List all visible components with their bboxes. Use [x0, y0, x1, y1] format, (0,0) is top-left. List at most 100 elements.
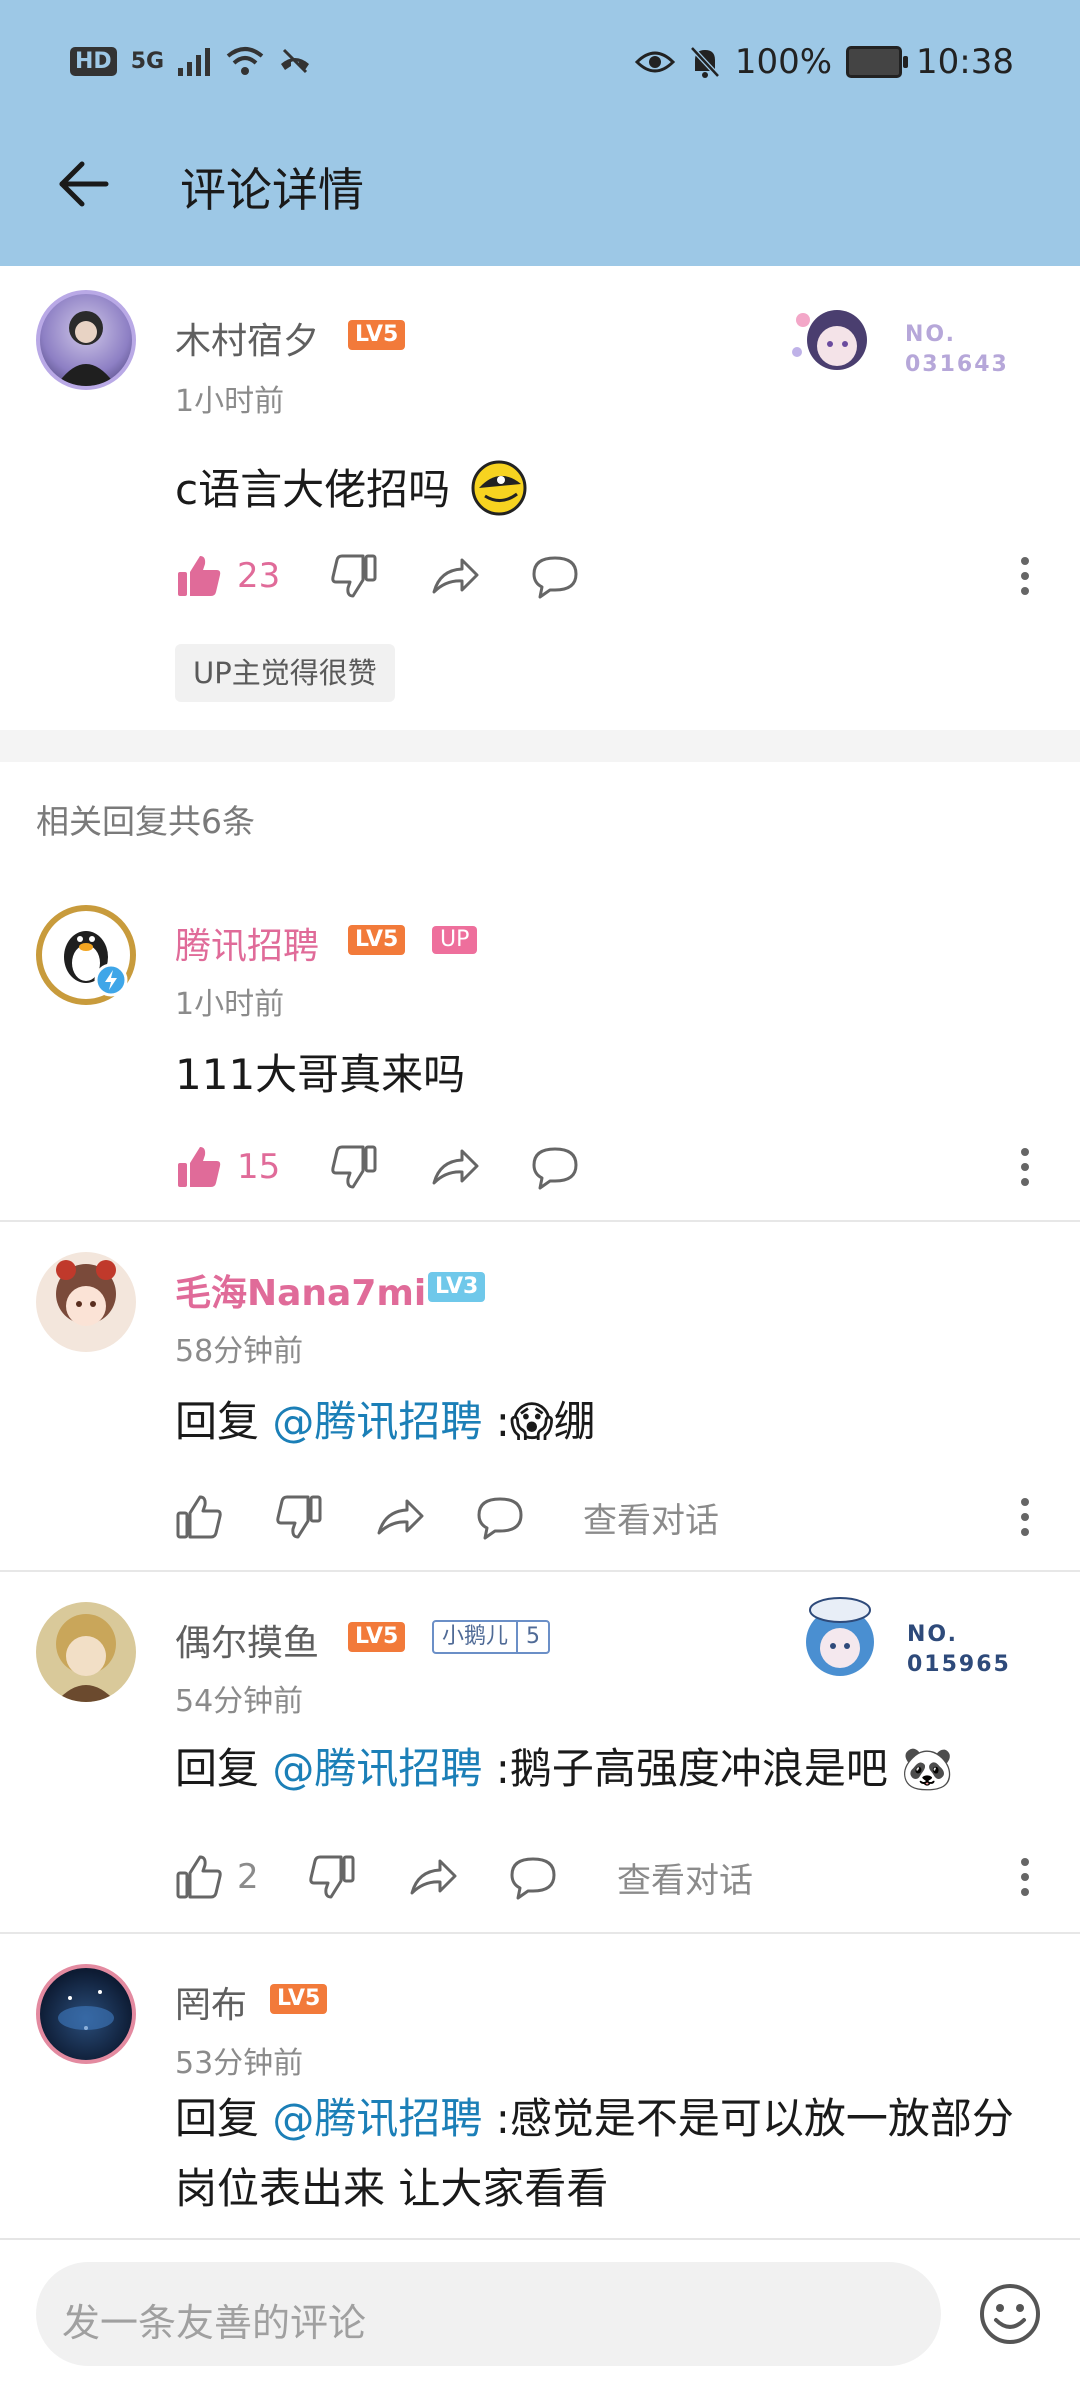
like-button[interactable]: 2: [175, 1847, 259, 1907]
reply-button[interactable]: [530, 546, 580, 606]
hd-indicator: HD: [70, 46, 117, 76]
comment-actions: 2 查看对话: [175, 1847, 1045, 1907]
comment-bubble-icon: [532, 556, 578, 599]
comment-time: 58分钟前: [175, 1334, 304, 1369]
share-icon: [410, 1859, 457, 1895]
dislike-button[interactable]: [330, 546, 378, 606]
thumbs-down-icon: [309, 1855, 355, 1899]
reply-prefix: 回复: [175, 1744, 273, 1793]
comment-bubble-icon: [532, 1147, 578, 1190]
share-button[interactable]: [430, 546, 480, 606]
thumbs-down-icon: [331, 554, 377, 598]
more-button[interactable]: [1005, 546, 1045, 606]
share-button[interactable]: [408, 1847, 458, 1907]
comment-text: 111大哥真来吗: [175, 1050, 466, 1099]
more-vertical-icon: [1021, 1498, 1029, 1536]
laughing-emoji-icon: [471, 460, 527, 516]
reply-button[interactable]: [508, 1847, 558, 1907]
avatar[interactable]: [36, 1964, 136, 2064]
wifi-icon: [226, 47, 264, 75]
call-muted-icon: [281, 48, 310, 74]
mention-link[interactable]: @腾讯招聘: [272, 1744, 482, 1793]
mention-link[interactable]: @腾讯招聘: [272, 1397, 482, 1446]
username[interactable]: 木村宿夕: [175, 312, 319, 364]
more-button[interactable]: [1005, 1487, 1045, 1547]
avatar[interactable]: [36, 290, 136, 390]
back-arrow-icon[interactable]: [56, 156, 112, 212]
comment-actions: 15: [175, 1137, 1045, 1197]
network-type: 5G: [130, 48, 165, 74]
replies-count: 相关回复共6条: [36, 802, 255, 841]
reply-prefix: 回复: [175, 2094, 273, 2143]
clock: 10:38: [916, 42, 1014, 82]
comment-input[interactable]: 发一条友善的评论: [36, 2262, 941, 2366]
like-button[interactable]: [175, 1487, 223, 1547]
view-conversation-link[interactable]: 查看对话: [617, 1847, 753, 1907]
share-icon: [377, 1499, 424, 1535]
level-badge: LV5: [348, 1622, 406, 1652]
like-button[interactable]: 15: [175, 1137, 280, 1197]
dislike-button[interactable]: [308, 1847, 356, 1907]
more-button[interactable]: [1005, 1137, 1045, 1197]
reply-item: 腾讯招聘 LV5 UP 1小时前 111大哥真来吗 15: [0, 875, 1080, 1220]
up-badge: UP: [432, 926, 478, 954]
share-icon: [432, 558, 479, 594]
view-conversation-link[interactable]: 查看对话: [583, 1487, 719, 1547]
thumbs-up-filled-icon: [178, 556, 221, 596]
view-conversation-label: 查看对话: [583, 1500, 719, 1541]
username[interactable]: 偶尔摸鱼: [175, 1614, 319, 1666]
fan-medal[interactable]: 小鹅儿 5: [432, 1620, 551, 1654]
decoration-card: NO. 031643: [785, 290, 1025, 390]
verified-icon: [94, 963, 128, 997]
emoji-icon[interactable]: [978, 2282, 1042, 2346]
share-button[interactable]: [375, 1487, 425, 1547]
comment-body: :鹅子高强度冲浪是吧 🐼: [482, 1744, 954, 1793]
reply-item: 罔布 LV5 53分钟前 回复 @腾讯招聘 :感觉是不是可以放一放部分岗位表出来…: [0, 1934, 1080, 2238]
like-count: 2: [237, 1857, 259, 1897]
comment-text: 回复 @腾讯招聘 :😱绷: [175, 1387, 1035, 1457]
more-vertical-icon: [1021, 557, 1029, 595]
decoration-number: NO. 015965: [907, 1622, 1011, 1677]
avatar-figure-icon: [56, 311, 116, 386]
reply-button[interactable]: [475, 1487, 525, 1547]
signal-icon: [178, 48, 211, 76]
like-button[interactable]: 23: [175, 546, 280, 606]
comment-bubble-icon: [510, 1857, 556, 1900]
comment-bubble-icon: [477, 1497, 523, 1540]
reply-prefix: 回复: [175, 1397, 273, 1446]
battery-icon: [846, 46, 909, 78]
username[interactable]: 毛海Nana7mi: [175, 1264, 426, 1316]
thumbs-down-icon: [331, 1145, 377, 1189]
comment-body: :😱绷: [482, 1397, 596, 1446]
thumbs-up-filled-icon: [178, 1147, 221, 1187]
share-icon: [432, 1149, 479, 1185]
comment-actions: 23: [175, 546, 1045, 606]
reply-item: 偶尔摸鱼 LV5 小鹅儿 5 54分钟前 NO. 015965 回复 @腾讯招聘…: [0, 1572, 1080, 1932]
section-separator: [0, 730, 1080, 762]
share-button[interactable]: [430, 1137, 480, 1197]
avatar[interactable]: [36, 1602, 136, 1702]
bell-muted-icon: [689, 46, 720, 78]
mention-link[interactable]: @腾讯招聘: [272, 2094, 482, 2143]
up-liked-tag: UP主觉得很赞: [175, 644, 395, 702]
dislike-button[interactable]: [330, 1137, 378, 1197]
username[interactable]: 罔布: [175, 1976, 247, 2028]
comment-time: 1小时前: [175, 987, 285, 1022]
thumbs-up-icon: [176, 1495, 222, 1539]
battery-percent: 100%: [734, 42, 833, 82]
dislike-button[interactable]: [275, 1487, 323, 1547]
more-vertical-icon: [1021, 1148, 1029, 1186]
avatar[interactable]: [36, 1252, 136, 1352]
username[interactable]: 腾讯招聘: [175, 917, 319, 969]
like-count: 23: [237, 556, 281, 596]
eye-icon: [634, 51, 675, 73]
reply-button[interactable]: [530, 1137, 580, 1197]
reply-item: 毛海Nana7mi LV3 58分钟前 回复 @腾讯招聘 :😱绷 查看对话: [0, 1222, 1080, 1570]
comment-time: 53分钟前: [175, 2046, 304, 2081]
more-button[interactable]: [1005, 1847, 1045, 1907]
anime-girl-avatar-icon: [56, 1260, 116, 1326]
comment-input-placeholder: 发一条友善的评论: [62, 2301, 367, 2345]
anime-mascot-icon: [806, 1597, 874, 1676]
comment-actions: 查看对话: [175, 1487, 1045, 1547]
level-badge: LV3: [428, 1272, 486, 1302]
